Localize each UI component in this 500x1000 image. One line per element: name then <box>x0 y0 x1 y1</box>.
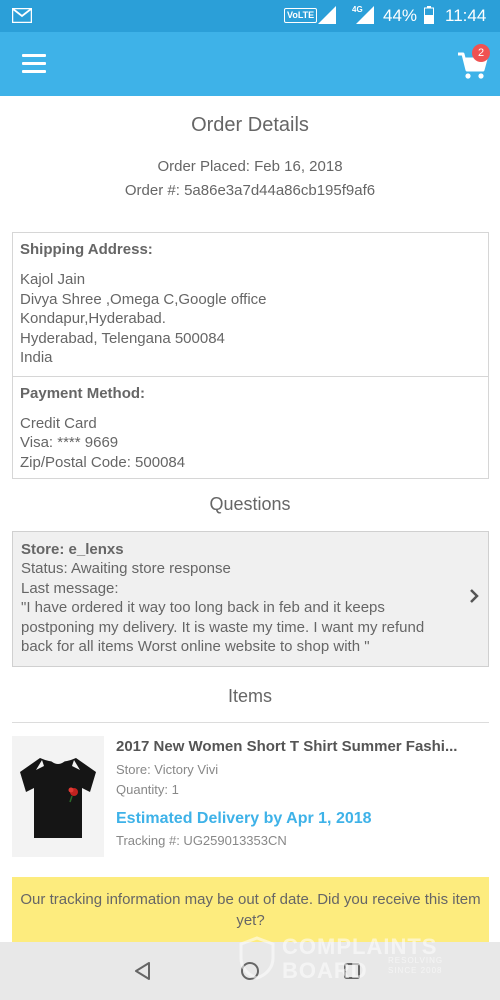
shipping-address-heading: Shipping Address: <box>20 241 153 258</box>
chevron-right-icon <box>470 589 479 603</box>
question-thread-card[interactable]: Store: e_lenxs Status: Awaiting store re… <box>12 531 489 667</box>
signal-icon <box>356 6 374 24</box>
last-message-text: "I have ordered it way too long back in … <box>21 599 425 655</box>
divider <box>12 722 489 723</box>
shipping-name: Kajol Jain <box>20 271 86 288</box>
shipping-line: Kondapur,Hyderabad. <box>20 310 166 327</box>
shield-icon <box>239 936 275 980</box>
items-heading: Items <box>227 686 272 706</box>
last-message-label: Last message: <box>21 579 119 597</box>
payment-zip: Zip/Postal Code: 500084 <box>20 453 186 471</box>
cart-count-badge: 2 <box>472 44 490 62</box>
complaints-board-watermark: COMPLAINTS BOARD RESOLVING SINCE 2008 <box>238 930 458 986</box>
payment-method-section: Payment Method: Credit Card Visa: **** 9… <box>13 375 488 481</box>
item-title[interactable]: 2017 New Women Short T Shirt Summer Fash… <box>116 738 488 755</box>
app-bar <box>0 32 500 96</box>
watermark-tagline: RESOLVING SINCE 2008 <box>388 956 444 975</box>
question-status: Status: Awaiting store response <box>21 560 231 577</box>
question-store: Store: e_lenxs <box>21 541 124 558</box>
payment-method-heading: Payment Method: <box>20 384 146 402</box>
shipping-address-section: Shipping Address: Kajol Jain Divya Shree… <box>13 233 488 376</box>
battery-percentage: 44% <box>383 6 418 25</box>
page-title: Order Details <box>191 114 309 136</box>
shipping-country: India <box>20 349 53 366</box>
questions-heading: Questions <box>209 494 291 514</box>
item-quantity: Quantity: 1 <box>116 782 179 797</box>
shipping-line: Divya Shree ,Omega C,Google office <box>20 290 267 308</box>
payment-type: Credit Card <box>20 414 97 432</box>
back-icon[interactable] <box>134 962 152 980</box>
gmail-icon <box>12 8 32 23</box>
status-bar: VoLTE 4G 44% 11:44 <box>0 0 500 32</box>
volte-indicator: VoLTE <box>284 8 318 23</box>
clock: 11:44 <box>445 6 487 25</box>
watermark-text: BOARD <box>282 958 368 983</box>
order-placed-date: Order Placed: Feb 16, 2018 <box>157 158 343 175</box>
black-tshirt-with-rose-image <box>12 736 104 857</box>
tracking-number: Tracking #: UG259013353CN <box>116 833 287 848</box>
order-number: Order #: 5a86e3a7d44a86cb195f9af6 <box>124 182 376 199</box>
order-item[interactable]: 2017 New Women Short T Shirt Summer Fash… <box>12 736 489 860</box>
item-store: Store: Victory Vivi <box>116 762 219 777</box>
estimated-delivery: Estimated Delivery by Apr 1, 2018 <box>116 810 372 827</box>
order-info-box: Shipping Address: Kajol Jain Divya Shree… <box>12 232 489 479</box>
battery-icon <box>424 6 434 24</box>
hamburger-menu-icon[interactable] <box>22 54 46 74</box>
shipping-line: Hyderabad, Telengana 500084 <box>20 329 225 347</box>
signal-icon <box>318 6 336 24</box>
payment-card: Visa: **** 9669 <box>20 434 119 451</box>
